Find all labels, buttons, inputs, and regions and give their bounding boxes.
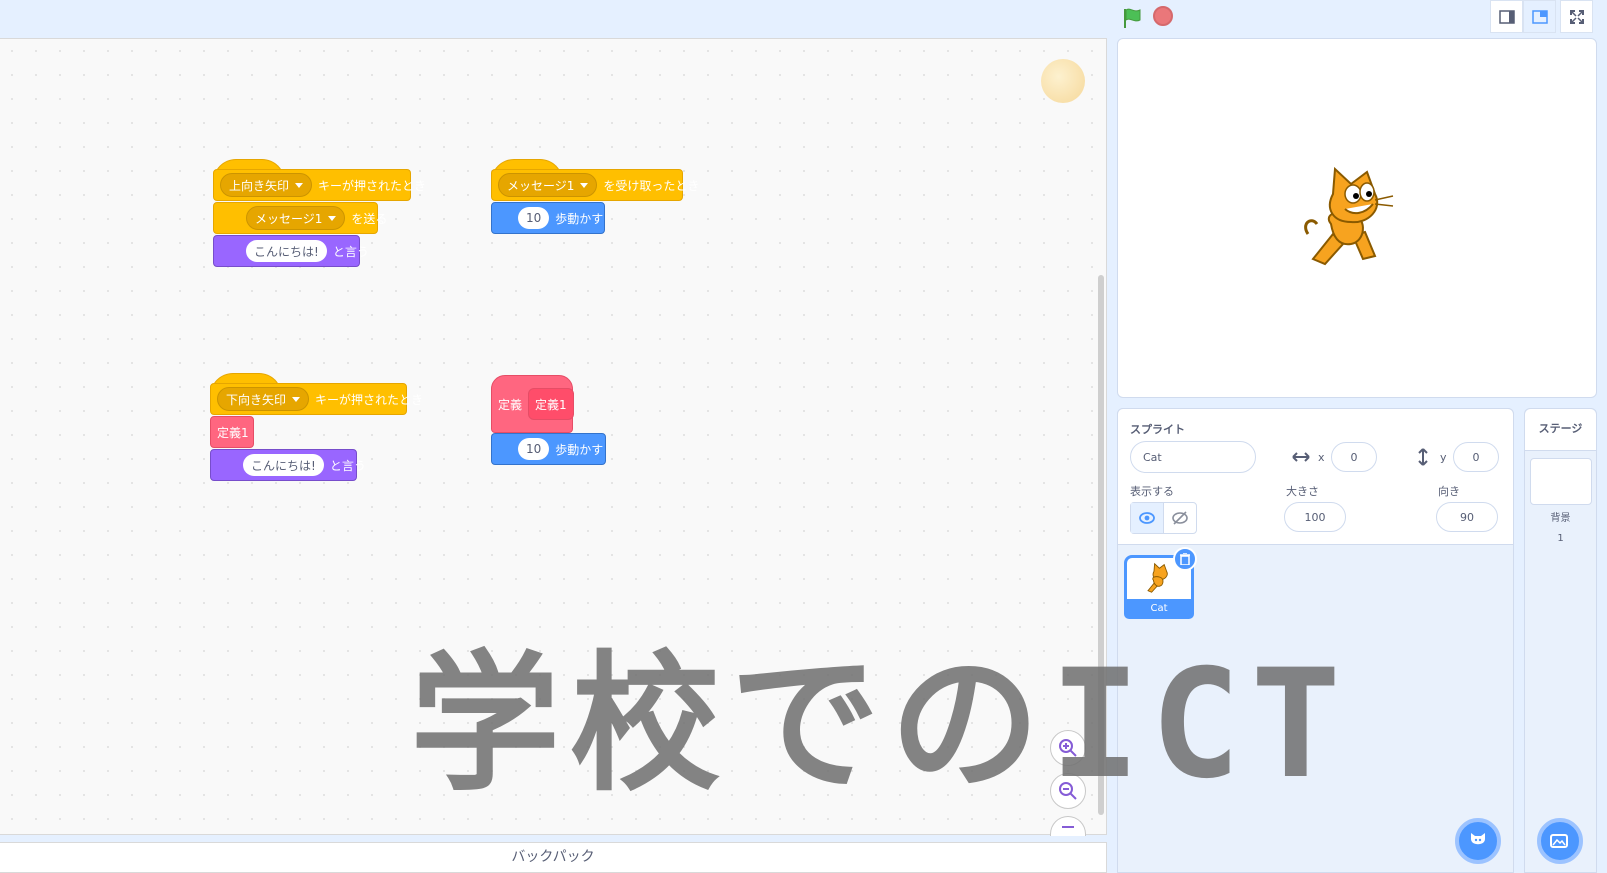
cat-add-icon bbox=[1471, 833, 1485, 845]
y-label: y bbox=[1440, 451, 1447, 464]
direction-input[interactable]: 90 bbox=[1436, 502, 1498, 532]
trash-icon bbox=[1180, 553, 1190, 565]
small-stage-icon bbox=[1498, 9, 1515, 24]
move-steps-block[interactable]: 10 歩動かす bbox=[491, 202, 605, 234]
equals-icon bbox=[1062, 825, 1074, 828]
fullscreen-icon bbox=[1569, 9, 1584, 24]
show-button[interactable] bbox=[1131, 503, 1164, 533]
stop-sign-icon[interactable] bbox=[1153, 6, 1173, 26]
sprite-name-input[interactable]: Cat bbox=[1130, 441, 1256, 473]
x-input[interactable]: 0 bbox=[1331, 442, 1377, 472]
steps-field[interactable]: 10 bbox=[518, 207, 550, 229]
broadcast-block[interactable]: メッセージ1 を送る bbox=[213, 202, 387, 234]
when-key-pressed-block[interactable]: 下向き矢印 キーが押されたとき bbox=[210, 383, 423, 415]
backpack-bar[interactable]: バックパック bbox=[0, 842, 1107, 873]
cat-sprite-image[interactable] bbox=[1303, 164, 1403, 269]
image-add-icon bbox=[1550, 834, 1568, 848]
message-dropdown[interactable]: メッセージ1 bbox=[498, 173, 598, 197]
say-block[interactable]: こんにちは! と言う bbox=[210, 449, 366, 481]
move-steps-block[interactable]: 10 歩動かす bbox=[491, 433, 606, 465]
key-dropdown[interactable]: 上向き矢印 bbox=[220, 173, 313, 197]
small-stage-button[interactable] bbox=[1490, 0, 1523, 33]
stage-canvas[interactable] bbox=[1117, 38, 1597, 398]
custom-block-call[interactable]: 定義1 bbox=[210, 416, 254, 448]
add-sprite-button[interactable] bbox=[1455, 818, 1501, 864]
fullscreen-button[interactable] bbox=[1560, 0, 1593, 33]
y-position-icon bbox=[1418, 448, 1428, 466]
sprite-tile-label: Cat bbox=[1124, 599, 1194, 619]
stage-pane: ステージ 背景 1 bbox=[1524, 408, 1597, 873]
direction-label: 向き bbox=[1438, 485, 1460, 498]
size-label: 大きさ bbox=[1286, 485, 1319, 498]
cat-thumbnail bbox=[1147, 562, 1168, 593]
zoom-out-button[interactable] bbox=[1050, 773, 1086, 809]
when-receive-block[interactable]: メッセージ1 を受け取ったとき bbox=[491, 169, 699, 201]
show-label: 表示する bbox=[1130, 485, 1174, 498]
sprite-indicator bbox=[1041, 59, 1085, 103]
size-input[interactable]: 100 bbox=[1284, 502, 1346, 532]
x-position-icon bbox=[1292, 452, 1310, 462]
stage-pane-title: ステージ bbox=[1525, 409, 1596, 451]
visibility-toggle bbox=[1130, 502, 1197, 534]
eye-slash-icon bbox=[1172, 511, 1188, 525]
stage-thumbnail[interactable] bbox=[1530, 458, 1592, 505]
x-label: x bbox=[1318, 451, 1325, 464]
green-flag-icon[interactable] bbox=[1120, 6, 1144, 30]
zoom-in-icon bbox=[1059, 739, 1077, 757]
y-input[interactable]: 0 bbox=[1453, 442, 1499, 472]
say-text-field[interactable]: こんにちは! bbox=[246, 240, 327, 262]
message-dropdown[interactable]: メッセージ1 bbox=[246, 206, 346, 230]
code-scrollbar[interactable] bbox=[1098, 275, 1104, 815]
delete-sprite-button[interactable] bbox=[1173, 547, 1197, 571]
define-name-block[interactable]: 定義1 bbox=[528, 388, 574, 420]
backdrop-label: 背景 bbox=[1550, 513, 1571, 524]
normal-stage-button[interactable] bbox=[1523, 0, 1556, 33]
key-dropdown[interactable]: 下向き矢印 bbox=[217, 387, 310, 411]
steps-field[interactable]: 10 bbox=[518, 438, 550, 460]
hide-button[interactable] bbox=[1164, 503, 1196, 533]
zoom-in-button[interactable] bbox=[1050, 730, 1086, 766]
normal-stage-icon bbox=[1531, 9, 1548, 24]
top-bar bbox=[0, 0, 1607, 38]
sprite-title: スプライト bbox=[1130, 423, 1185, 436]
backdrop-count: 1 bbox=[1557, 533, 1564, 544]
say-block[interactable]: こんにちは! と言う bbox=[213, 235, 369, 267]
define-block[interactable]: 定義 定義1 bbox=[491, 375, 574, 433]
sprite-info-panel: スプライト Cat x 0 y 0 表示する 大きさ 100 向き 90 bbox=[1117, 408, 1514, 545]
when-key-pressed-block[interactable]: 上向き矢印 キーが押されたとき bbox=[213, 169, 426, 201]
add-backdrop-button[interactable] bbox=[1537, 818, 1583, 864]
zoom-out-icon bbox=[1059, 782, 1077, 800]
say-text-field[interactable]: こんにちは! bbox=[243, 454, 324, 476]
eye-icon bbox=[1139, 512, 1155, 524]
